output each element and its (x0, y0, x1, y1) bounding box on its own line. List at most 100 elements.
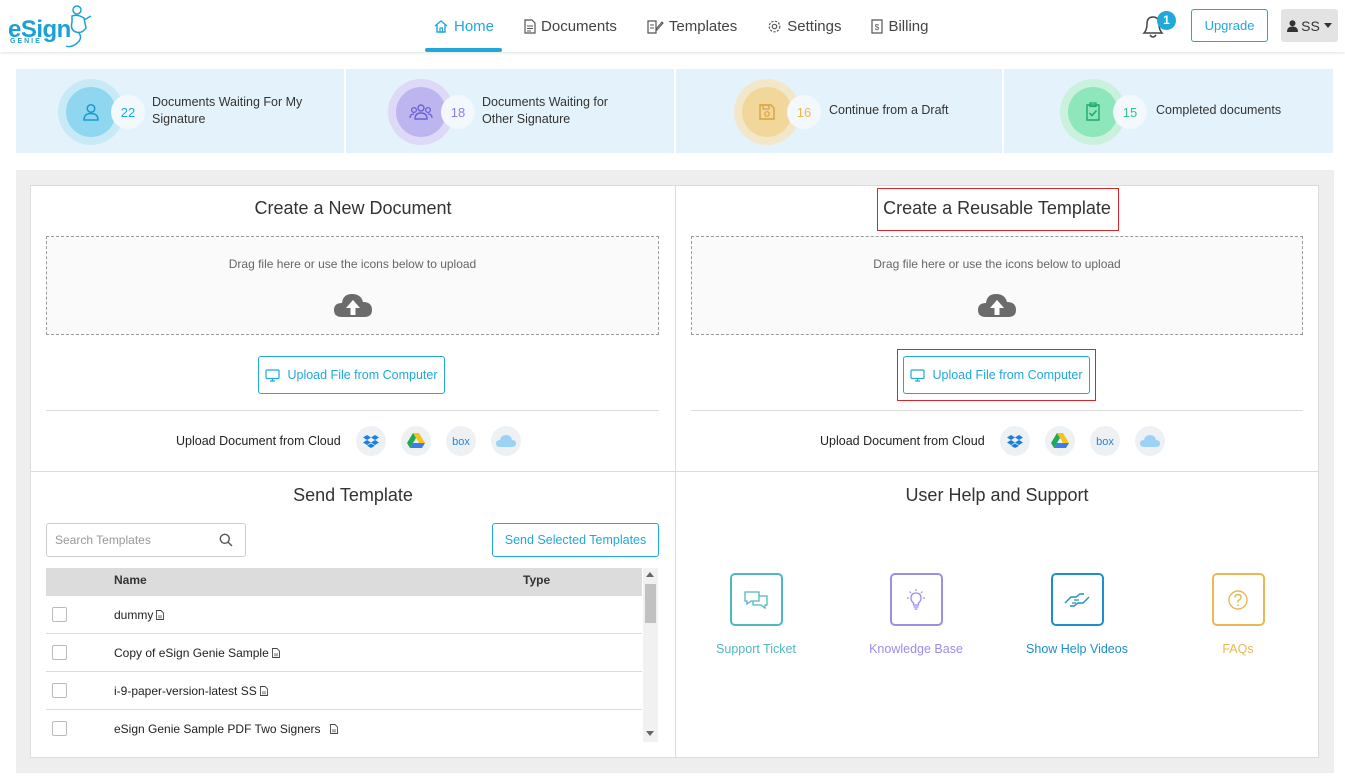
scroll-up-arrow-icon[interactable] (646, 572, 654, 577)
stat-icon-circle (396, 87, 446, 137)
onedrive-icon[interactable] (1134, 426, 1165, 456)
stat-card-other-signature[interactable]: 18 Documents Waiting for Other Signature (346, 69, 674, 153)
home-icon (434, 19, 448, 33)
cloud-upload-label: Upload Document from Cloud (820, 434, 985, 448)
stat-card-completed[interactable]: 15 Completed documents (1004, 69, 1333, 153)
nav-billing[interactable]: $ Billing (863, 0, 936, 52)
templates-table-body: dummy Copy of eSign Genie Sample i-9-pap… (46, 596, 642, 742)
logo-subtext: GENIE (10, 38, 42, 45)
nav-billing-label: Billing (888, 17, 929, 35)
faqs-tile (1211, 573, 1265, 626)
stat-label: Documents Waiting For My Signature (152, 94, 302, 128)
send-selected-templates-button[interactable]: Send Selected Templates (492, 523, 659, 557)
question-icon (1228, 589, 1248, 610)
nav-settings[interactable]: Settings (759, 0, 849, 52)
table-row[interactable]: dummy (46, 596, 642, 634)
table-row[interactable]: i-9-paper-version-latest SS (46, 672, 642, 710)
stat-icon-circle (742, 87, 792, 137)
stat-count: 22 (111, 95, 145, 129)
user-menu-button[interactable]: SS (1281, 9, 1338, 42)
nav-home-label: Home (454, 17, 495, 35)
stat-icon-circle (1068, 87, 1118, 137)
highlight-box (877, 188, 1119, 231)
upload-file-button[interactable]: Upload File from Computer (258, 356, 445, 394)
row-checkbox[interactable] (52, 721, 67, 736)
main-nav: Home Documents Templates Settings $ Bill… (425, 0, 951, 52)
users-icon (409, 104, 433, 120)
column-header-name[interactable]: Name (114, 573, 147, 587)
row-checkbox[interactable] (52, 683, 67, 698)
table-row[interactable]: Copy of eSign Genie Sample (46, 634, 642, 672)
dropbox-icon[interactable] (355, 426, 386, 456)
esign-genie-logo[interactable]: eSign GENIE (8, 4, 94, 48)
pdf-file-icon (271, 648, 280, 658)
stat-count: 16 (787, 95, 821, 129)
template-name: i-9-paper-version-latest SS (114, 684, 268, 698)
upgrade-button[interactable]: Upgrade (1191, 9, 1268, 42)
help-videos-label: Show Help Videos (1026, 642, 1128, 656)
document-dropzone[interactable]: Drag file here or use the icons below to… (46, 236, 659, 335)
scroll-down-arrow-icon[interactable] (646, 731, 654, 736)
stat-card-my-signature[interactable]: 22 Documents Waiting For My Signature (16, 69, 344, 153)
help-videos-link[interactable]: Show Help Videos (1012, 573, 1142, 656)
stat-label-line2: Signature (152, 112, 206, 126)
upload-file-label: Upload File from Computer (287, 368, 438, 382)
save-icon (759, 104, 775, 120)
onedrive-icon[interactable] (490, 426, 521, 456)
stat-label-line2: Other Signature (482, 112, 571, 126)
help-videos-tile (1050, 573, 1104, 626)
box-icon[interactable]: box (1089, 426, 1120, 456)
stat-label-line1: Documents Waiting for (482, 95, 608, 109)
scrollbar-thumb[interactable] (645, 584, 656, 623)
send-template-title: Send Template (293, 485, 413, 505)
svg-text:$: $ (875, 23, 880, 32)
stat-count: 15 (1113, 95, 1147, 129)
template-dropzone[interactable]: Drag file here or use the icons below to… (691, 236, 1303, 335)
svg-text:box: box (452, 436, 470, 447)
search-icon[interactable] (219, 533, 233, 547)
cloud-upload-label: Upload Document from Cloud (176, 434, 341, 448)
nav-settings-label: Settings (787, 17, 842, 35)
template-search-input[interactable] (47, 524, 207, 556)
divider (46, 410, 659, 411)
nav-home[interactable]: Home (425, 0, 503, 52)
dropbox-icon[interactable] (999, 426, 1030, 456)
pdf-file-icon (156, 610, 165, 620)
template-name: eSign Genie Sample PDF Two Signers (114, 722, 338, 736)
user-icon (83, 103, 99, 121)
cloud-upload-row: Upload Document from Cloud box (820, 426, 1165, 456)
stat-label: Completed documents (1156, 102, 1281, 119)
row-checkbox[interactable] (52, 607, 67, 622)
user-icon (1287, 19, 1299, 32)
faqs-link[interactable]: FAQs (1173, 573, 1303, 656)
table-row[interactable]: eSign Genie Sample PDF Two Signers (46, 710, 642, 742)
clipboard-check-icon (1086, 102, 1100, 121)
stat-card-draft[interactable]: 16 Continue from a Draft (676, 69, 1002, 153)
nav-documents-label: Documents (541, 17, 617, 35)
support-ticket-link[interactable]: Support Ticket (691, 573, 821, 656)
stat-label: Documents Waiting for Other Signature (482, 94, 608, 128)
table-scrollbar[interactable] (643, 568, 658, 742)
template-name-text: Copy of eSign Genie Sample (114, 646, 269, 660)
templates-table-header: Name Type (46, 568, 642, 596)
nav-templates-label: Templates (668, 17, 738, 35)
knowledge-base-link[interactable]: Knowledge Base (851, 573, 981, 656)
nav-templates[interactable]: Templates (639, 0, 745, 52)
google-drive-icon[interactable] (400, 426, 431, 456)
svg-text:box: box (1096, 436, 1114, 447)
help-support-title: User Help and Support (905, 485, 1089, 505)
knowledge-base-label: Knowledge Base (869, 642, 963, 656)
box-icon[interactable]: box (445, 426, 476, 456)
faqs-label: FAQs (1222, 642, 1254, 656)
column-header-type[interactable]: Type (523, 573, 550, 587)
template-name: Copy of eSign Genie Sample (114, 646, 280, 660)
row-checkbox[interactable] (52, 645, 67, 660)
genie-figure-icon (65, 5, 92, 48)
chevron-down-icon (1323, 23, 1332, 28)
stat-label-line1: Continue from a Draft (829, 103, 949, 117)
nav-documents[interactable]: Documents (516, 0, 625, 52)
support-ticket-tile (729, 573, 783, 626)
dropzone-text: Drag file here or use the icons below to… (228, 257, 477, 271)
google-drive-icon[interactable] (1044, 426, 1075, 456)
template-name-text: i-9-paper-version-latest SS (114, 684, 257, 698)
